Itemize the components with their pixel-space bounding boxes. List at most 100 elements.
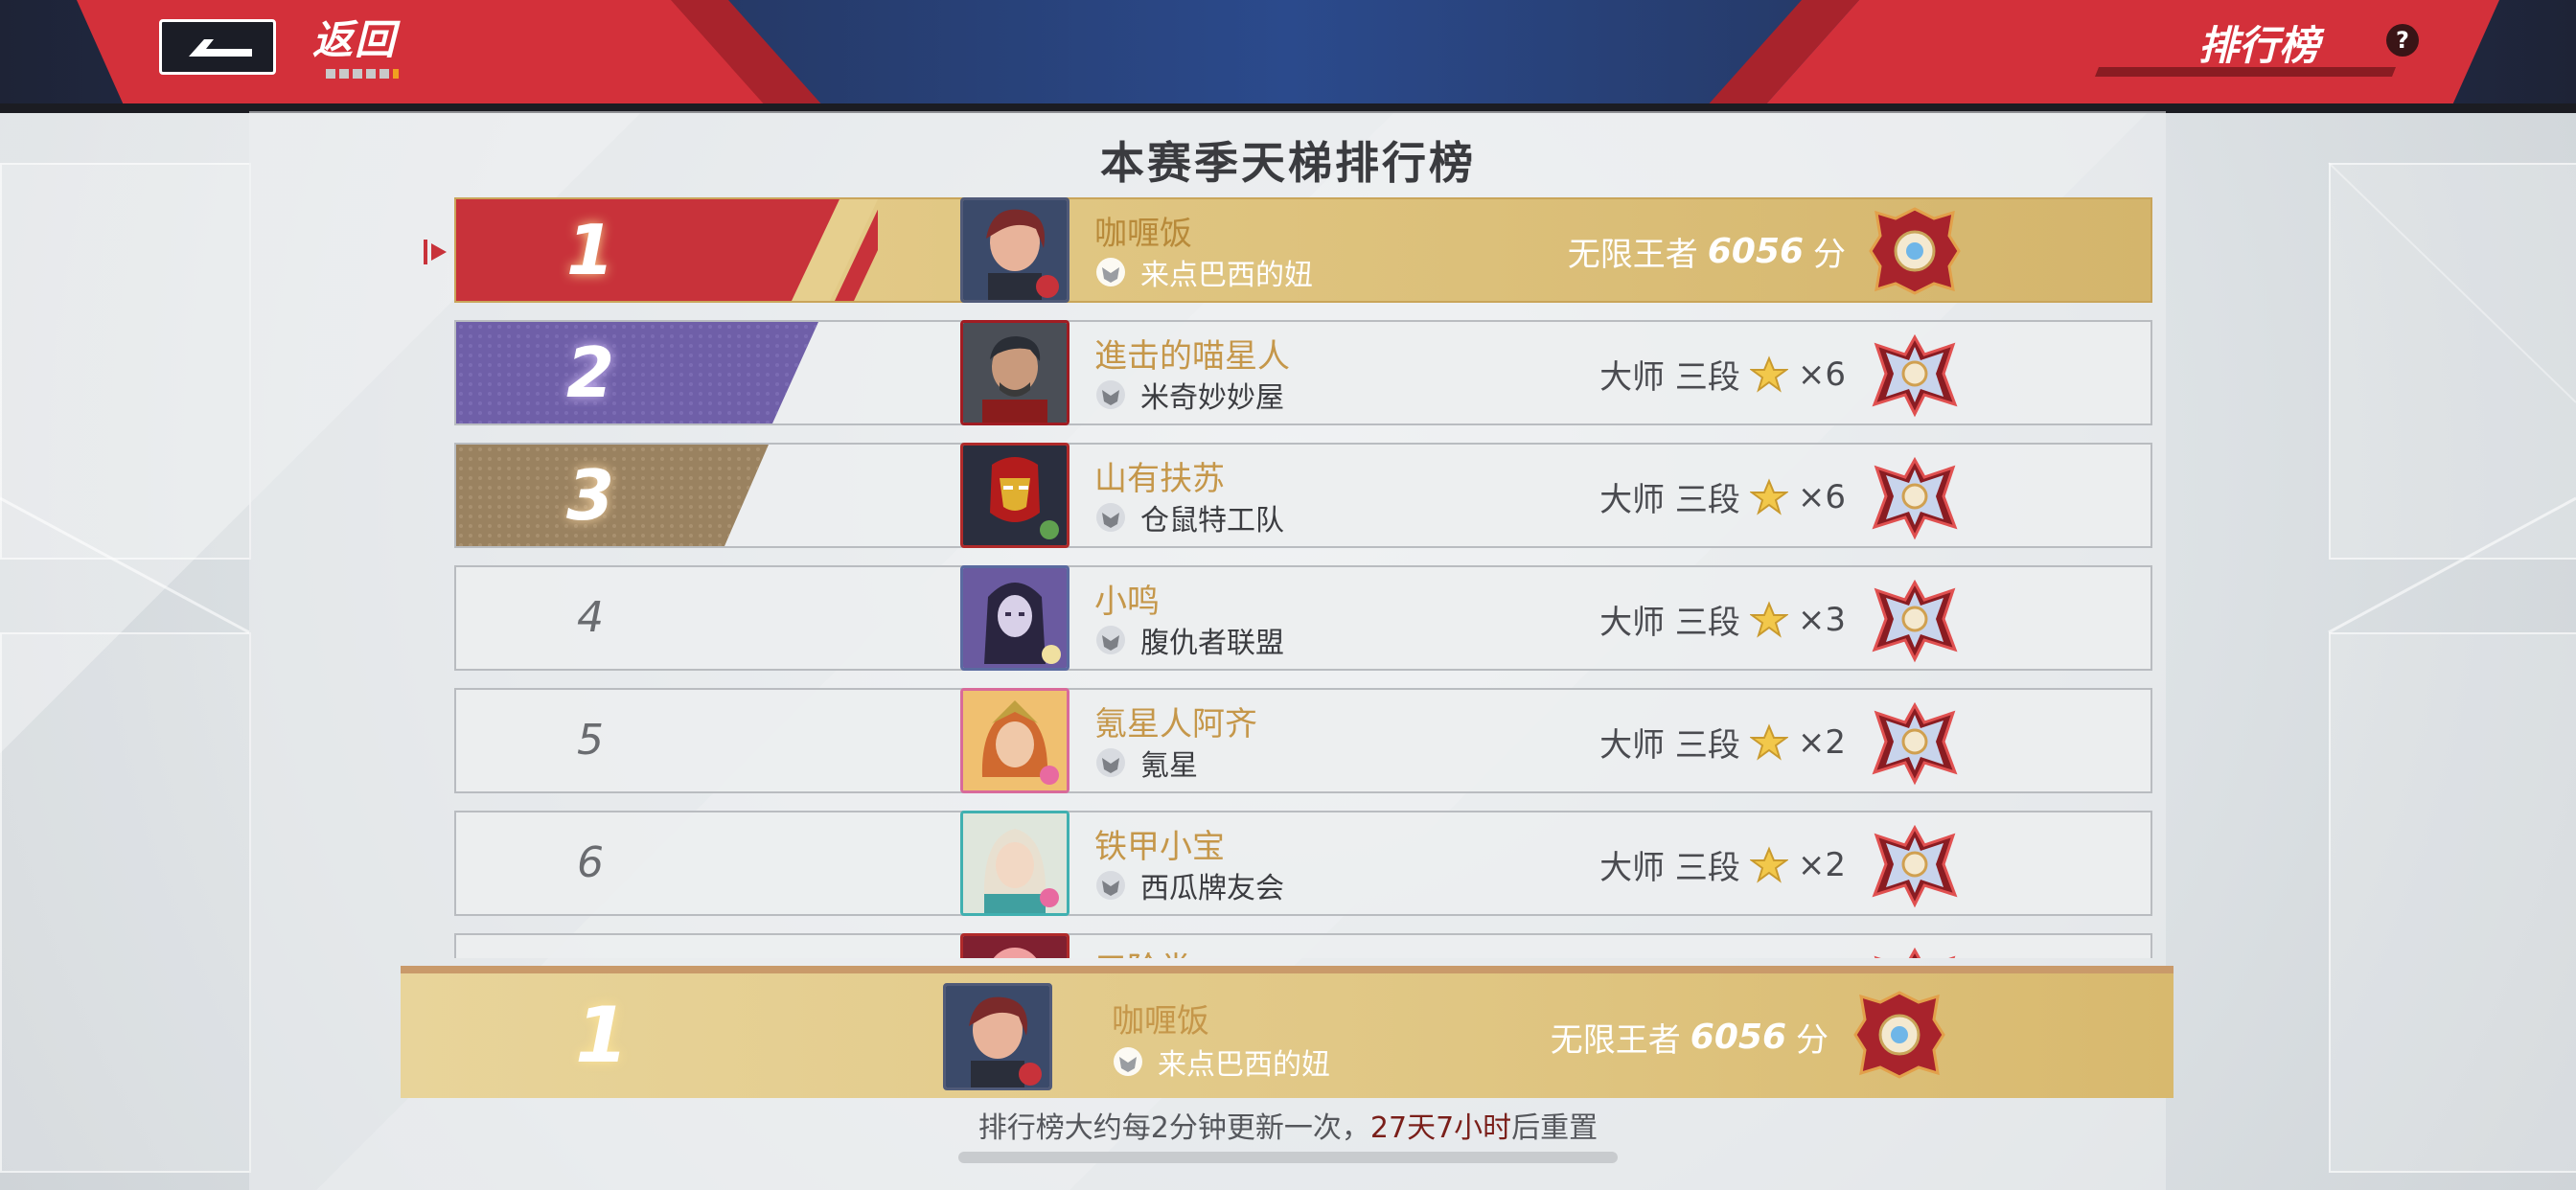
rank-number: 2 — [565, 332, 615, 413]
player-name: 咖喱饭 — [1094, 215, 1192, 253]
page-title: 本赛季天梯排行榜 — [1100, 137, 1476, 189]
team-name: 仓鼠特工队 — [1140, 504, 1284, 538]
ranking-row[interactable]: 1 咖喱饭 来点巴西的妞 无限王者 6056 分 — [454, 197, 2152, 303]
rank-number: 4 — [577, 593, 604, 642]
team-name: 来点巴西的妞 — [1140, 259, 1313, 292]
back-indicator — [326, 69, 399, 79]
star-count: ×2 — [1797, 722, 1846, 762]
master-badge-icon — [1874, 947, 1956, 958]
page-header-title: 排行榜 — [2197, 22, 2319, 69]
team-info: 来点巴西的妞 — [1094, 251, 1313, 293]
rank-number: 3 — [565, 455, 615, 536]
team-emblem-icon — [1096, 748, 1125, 777]
my-ranking-row[interactable]: 1 咖喱饭 来点巴西的妞 无限王者 6056 分 — [401, 966, 2174, 1098]
rank-tier: 大师 三段 ×3 — [1599, 596, 1846, 643]
player-name: 小鸣 — [1094, 583, 1160, 621]
rank-number: 6 — [577, 838, 604, 887]
player-avatar[interactable] — [960, 565, 1070, 671]
team-name: 米奇妙妙屋 — [1140, 381, 1284, 415]
top-bar: 返回 排行榜 ? — [0, 0, 2576, 113]
player-name: 氪星人阿齐 — [1094, 705, 1257, 744]
player-name: 铁甲小宝 — [1094, 828, 1225, 866]
update-note-suffix: 后重置 — [1511, 1111, 1598, 1145]
score-unit: 分 — [1813, 236, 1846, 274]
team-name: 氪星 — [1140, 749, 1198, 783]
team-name: 腹仇者联盟 — [1140, 627, 1284, 660]
team-emblem-icon — [1096, 380, 1125, 409]
my-rank-tier: 无限王者 6056 分 — [1551, 1014, 1828, 1061]
back-button[interactable] — [159, 19, 276, 75]
infinite-king-badge-icon — [1853, 991, 1945, 1079]
my-player-name: 咖喱饭 — [1112, 1002, 1209, 1041]
my-rank-number: 1 — [575, 991, 629, 1080]
rank-2-banner — [456, 322, 818, 423]
player-avatar[interactable] — [960, 443, 1070, 548]
score-value: 6056 — [1690, 1018, 1786, 1057]
scroll-indicator — [958, 1152, 1618, 1163]
team-name: 西瓜牌友会 — [1140, 872, 1284, 905]
team-info: 腹仇者联盟 — [1094, 619, 1284, 661]
ranking-row[interactable]: 2 進击的喵星人 米奇妙妙屋 大师 三段 ×6 — [454, 320, 2152, 425]
team-emblem-icon — [1096, 503, 1125, 532]
team-info: 西瓜牌友会 — [1094, 864, 1284, 906]
player-avatar[interactable] — [960, 811, 1070, 916]
team-emblem-icon — [1096, 871, 1125, 900]
star-count: ×2 — [1797, 845, 1846, 884]
master-badge-icon — [1872, 701, 1958, 786]
my-avatar[interactable] — [943, 983, 1052, 1090]
player-name: 進击的喵星人 — [1094, 337, 1290, 376]
ranking-row[interactable]: 5 氪星人阿齐 氪星 大师 三段 ×2 — [454, 688, 2152, 793]
star-icon — [1749, 600, 1788, 638]
current-player-marker-icon — [424, 240, 447, 264]
player-avatar[interactable] — [960, 933, 1070, 958]
rank-tier: 大师 三段 ×2 — [1599, 719, 1846, 766]
player-name: 山有扶苏 — [1094, 460, 1225, 498]
star-icon — [1749, 845, 1788, 883]
tier-label: 大师 三段 — [1599, 849, 1740, 887]
my-team-info: 来点巴西的妞 — [1112, 1041, 1330, 1083]
player-name: 三阶尝 — [1094, 943, 1192, 958]
rank-tier: 大师 三段 ×6 — [1599, 351, 1846, 398]
rank-tier: 无限王者 6056 分 — [1568, 228, 1846, 275]
my-team-name: 来点巴西的妞 — [1158, 1048, 1330, 1082]
tier-label: 大师 三段 — [1599, 481, 1740, 519]
rank-1-banner — [456, 199, 878, 301]
star-count: ×6 — [1797, 355, 1846, 394]
rank-number: 1 — [565, 210, 615, 290]
master-badge-icon — [1872, 456, 1958, 540]
reset-countdown: 27天7小时 — [1369, 1111, 1512, 1145]
master-badge-icon — [1872, 824, 1958, 908]
star-count: ×6 — [1797, 477, 1846, 516]
player-avatar[interactable] — [960, 320, 1070, 425]
score-value: 6056 — [1707, 232, 1804, 271]
team-info: 仓鼠特工队 — [1094, 496, 1284, 538]
team-emblem-icon — [1114, 1047, 1142, 1076]
help-button[interactable]: ? — [2386, 24, 2419, 57]
star-count: ×3 — [1797, 600, 1846, 639]
star-icon — [1749, 722, 1788, 761]
back-arrow-icon — [189, 39, 252, 57]
tier-label: 大师 三段 — [1599, 726, 1740, 765]
star-icon — [1749, 355, 1788, 393]
ranking-row[interactable]: 三阶尝 — [454, 933, 2152, 958]
team-emblem-icon — [1096, 626, 1125, 654]
rank-number: 5 — [577, 716, 604, 765]
tier-label: 大师 三段 — [1599, 604, 1740, 642]
player-avatar[interactable] — [960, 688, 1070, 793]
team-emblem-icon — [1096, 258, 1125, 286]
player-avatar[interactable] — [960, 197, 1070, 303]
ranking-row[interactable]: 3 山有扶苏 仓鼠特工队 大师 三段 ×6 — [454, 443, 2152, 548]
infinite-king-badge-icon — [1869, 207, 1961, 295]
update-note-text: 排行榜大约每2分钟更新一次， — [978, 1111, 1370, 1145]
ranking-list[interactable]: 1 咖喱饭 来点巴西的妞 无限王者 6056 分 2 進击的喵星人 米奇妙妙屋 … — [454, 197, 2152, 958]
tier-label: 无限王者 — [1550, 1021, 1681, 1060]
tier-label: 无限王者 — [1567, 236, 1698, 274]
tier-label: 大师 三段 — [1599, 358, 1740, 397]
master-badge-icon — [1872, 333, 1958, 418]
score-unit: 分 — [1796, 1021, 1828, 1060]
back-label[interactable]: 返回 — [312, 8, 397, 66]
ranking-row[interactable]: 6 铁甲小宝 西瓜牌友会 大师 三段 ×2 — [454, 811, 2152, 916]
star-icon — [1749, 477, 1788, 515]
master-badge-icon — [1872, 579, 1958, 663]
ranking-row[interactable]: 4 小鸣 腹仇者联盟 大师 三段 ×3 — [454, 565, 2152, 671]
